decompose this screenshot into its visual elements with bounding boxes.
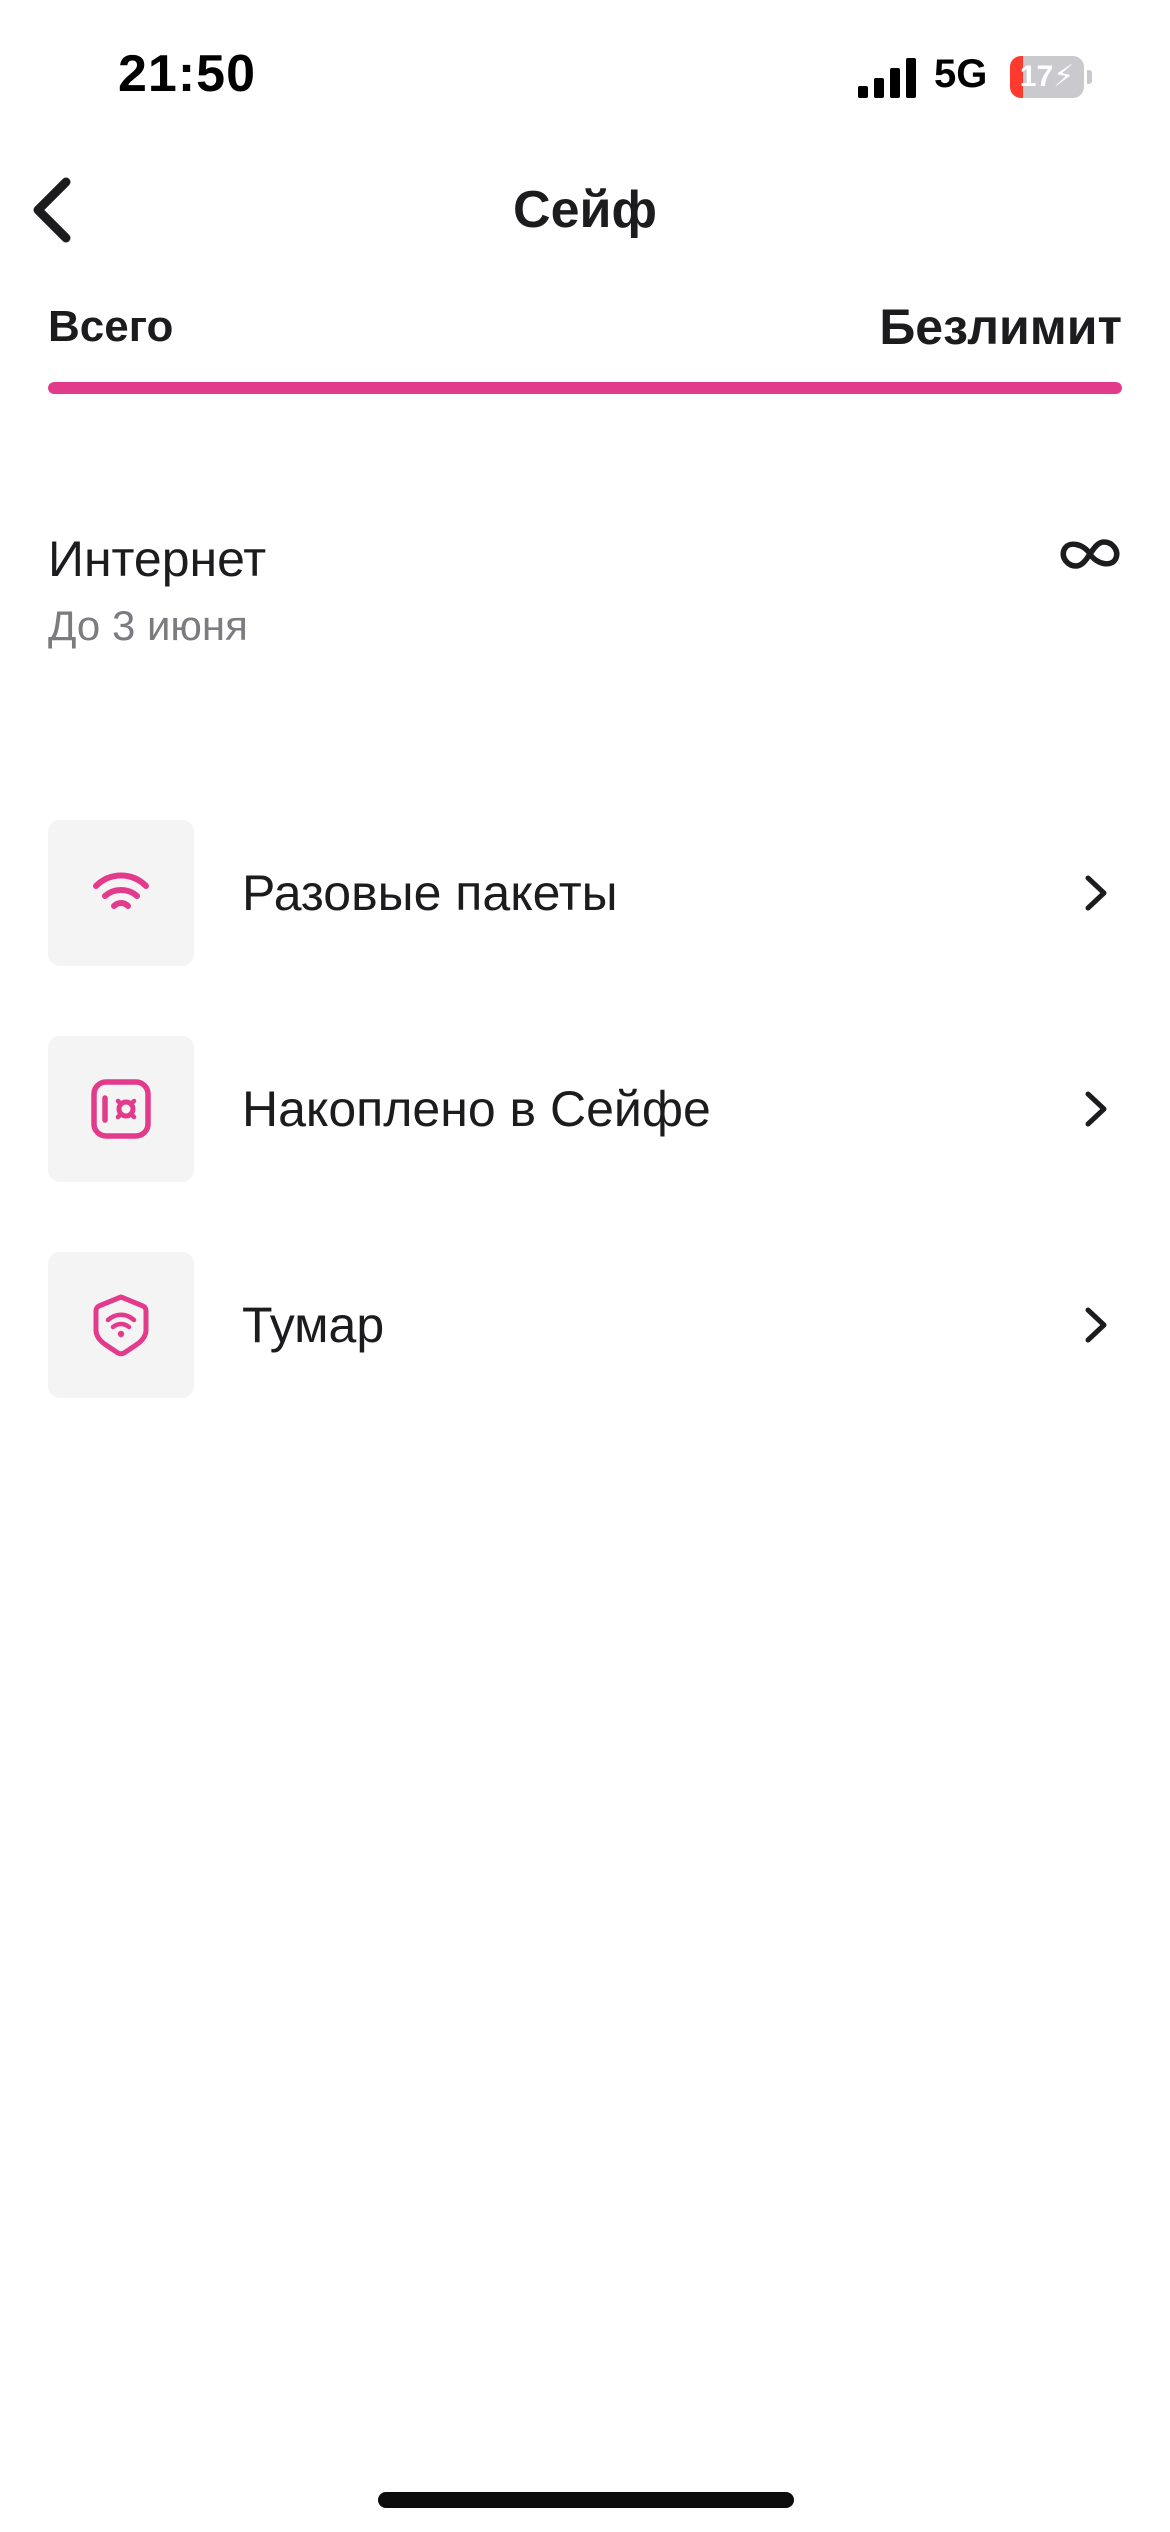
charging-bolt-icon: ⚡: [1053, 60, 1075, 93]
page-title: Сейф: [513, 181, 657, 239]
menu-icon-box: [48, 1252, 194, 1398]
home-indicator[interactable]: [378, 2492, 794, 2508]
status-time: 21:50: [118, 45, 256, 103]
signal-bars-icon: [858, 58, 916, 98]
safe-icon: [91, 1079, 151, 1139]
menu-item-tumar[interactable]: Тумар: [48, 1252, 1122, 1398]
total-label: Всего: [48, 302, 174, 351]
menu-icon-box: [48, 820, 194, 966]
internet-title: Интернет: [48, 531, 267, 587]
chevron-right-icon: [1085, 1307, 1107, 1343]
menu-item-saved-in-safe[interactable]: Накоплено в Сейфе: [48, 1036, 1122, 1182]
battery-percent: 17: [1019, 60, 1054, 93]
menu-item-label: Разовые пакеты: [242, 865, 618, 921]
internet-balance: Интернет До 3 июня: [48, 530, 1122, 660]
battery-charging-icon: 17⚡: [1010, 56, 1092, 98]
total-progress-fill: [48, 382, 1122, 394]
infinity-icon: [1060, 539, 1120, 569]
shield-wifi-icon: [93, 1294, 149, 1357]
total-value: Безлимит: [879, 299, 1122, 355]
menu-item-label: Тумар: [242, 1297, 385, 1353]
menu-list: Разовые пакеты Накоплено в Сейфе Тумар: [48, 820, 1122, 1468]
chevron-right-icon: [1085, 875, 1107, 911]
internet-expiry: До 3 июня: [48, 602, 248, 649]
wifi-icon: [93, 872, 149, 909]
status-bar: 21:50 5G 17⚡: [0, 0, 1170, 150]
chevron-right-icon: [1085, 1091, 1107, 1127]
total-summary: Всего Безлимит: [48, 298, 1122, 358]
total-progress-bar: [48, 382, 1122, 394]
menu-icon-box: [48, 1036, 194, 1182]
network-type: 5G: [934, 52, 988, 96]
menu-item-label: Накоплено в Сейфе: [242, 1081, 711, 1137]
menu-item-one-time-packages[interactable]: Разовые пакеты: [48, 820, 1122, 966]
nav-header: Сейф: [0, 160, 1170, 260]
